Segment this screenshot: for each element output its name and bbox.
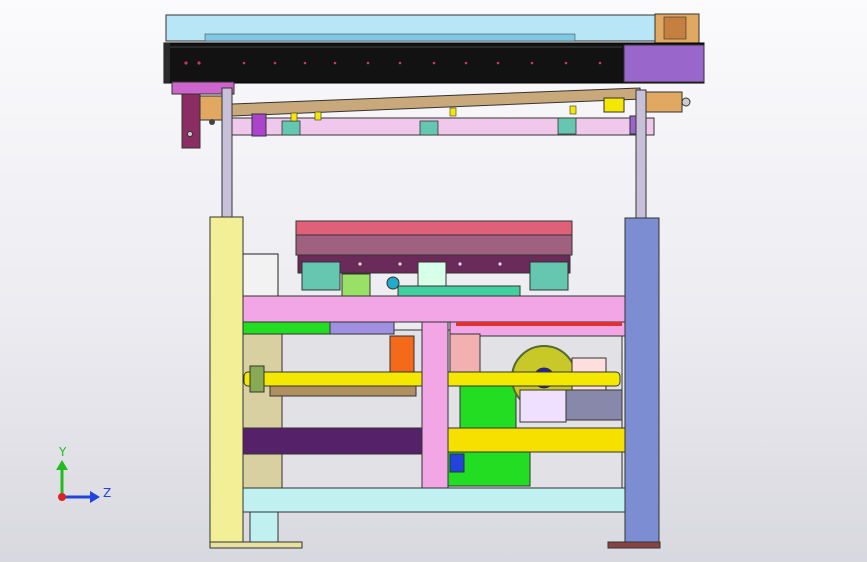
left-end-bolt (187, 131, 193, 137)
lower-frame-assembly (209, 216, 661, 549)
yellow-beam (445, 427, 627, 453)
motor-inner (663, 16, 687, 40)
back-panel-left (241, 319, 283, 491)
light-pink-block (449, 333, 481, 375)
left-end-nut (209, 119, 215, 125)
purple-actuator (251, 113, 267, 137)
blue-stand (449, 453, 465, 473)
top-cover-inner (204, 33, 576, 42)
top-gantry-assembly (163, 13, 705, 149)
left-foot (209, 541, 303, 549)
z-axis-label: Z (103, 486, 111, 500)
left-end-bracket (181, 93, 201, 149)
beam-left-cap (164, 43, 170, 83)
green-rail (341, 273, 371, 297)
carriage-body (295, 234, 573, 256)
right-guide-rod (635, 89, 647, 219)
linear-block-left (301, 261, 341, 291)
purple-strip (329, 321, 395, 335)
y-axis-label: Y (58, 445, 67, 459)
left-guide-rod (221, 87, 233, 219)
right-upright (624, 217, 660, 545)
pink-frame-band (241, 295, 627, 323)
left-side-box (241, 253, 279, 297)
z-axis-arrow (90, 491, 100, 503)
bearing-housing (519, 389, 567, 423)
teal-ball (386, 276, 400, 290)
bottom-leg-block (249, 511, 279, 545)
cad-viewport[interactable]: Y Z (0, 0, 867, 562)
beam-end-cap (623, 44, 705, 83)
right-gearbox (565, 389, 623, 421)
ball-screw (269, 385, 417, 397)
right-end-bolt (681, 97, 691, 107)
y-axis-arrow (56, 460, 68, 470)
axis-triad: Y Z (56, 445, 111, 503)
green-strip (241, 321, 331, 335)
dark-purple-beam (241, 427, 423, 455)
diagonal-rail (231, 87, 642, 117)
linear-block-mid (417, 261, 447, 287)
x-axis-dot (58, 493, 66, 501)
green-motor (459, 381, 517, 433)
top-carriage-plate (295, 220, 573, 236)
bottom-blue-frame (241, 487, 627, 513)
right-sensor (603, 97, 625, 113)
center-pink-column (421, 321, 449, 489)
linear-block-right (529, 261, 569, 291)
right-foot (607, 541, 661, 549)
teal-bar (397, 285, 521, 297)
left-upright (209, 216, 244, 546)
shaft-coupling-left (249, 365, 265, 393)
red-strip (456, 322, 622, 326)
